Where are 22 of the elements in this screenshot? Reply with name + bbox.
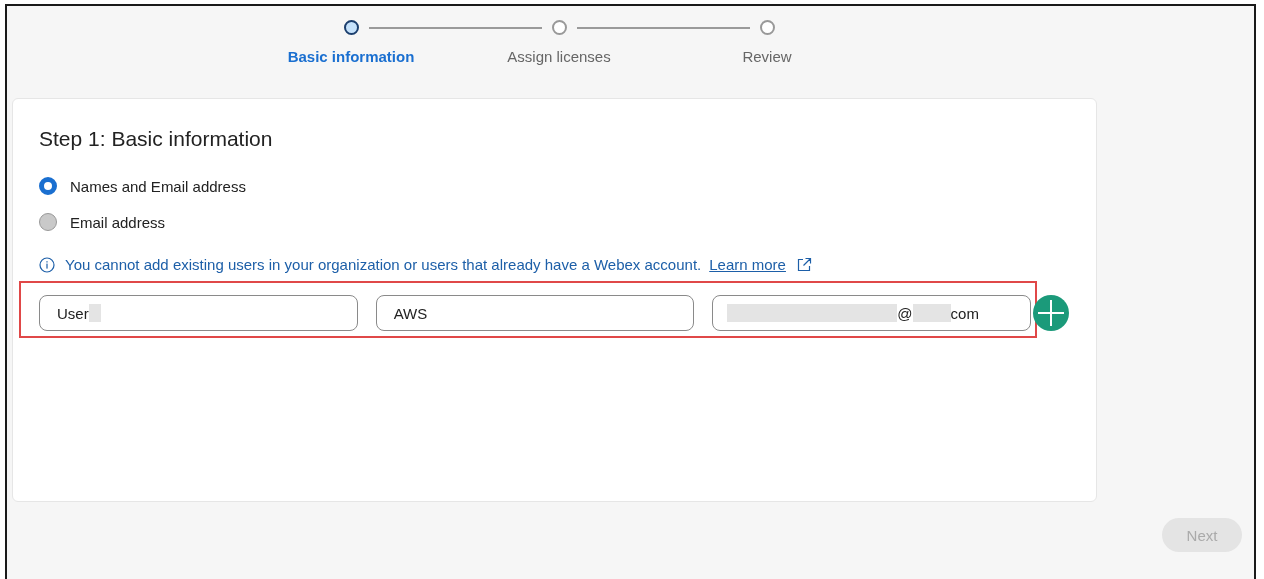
field-value: com	[950, 304, 979, 322]
step-title: Step 1: Basic information	[39, 127, 274, 151]
input-field[interactable]: @ com	[712, 295, 1031, 331]
notice-text: You cannot add existing users in your organization or users that already have a Webex account.	[65, 256, 702, 273]
field-value: User	[57, 304, 89, 322]
input-field[interactable]: User	[39, 295, 358, 331]
field-value: @	[897, 304, 913, 322]
input-field[interactable]: AWS	[375, 295, 695, 331]
learn-more-link[interactable]: Learn more	[709, 256, 786, 273]
step-label[interactable]: Basic information	[287, 48, 415, 65]
radio-button[interactable]	[39, 213, 57, 231]
add-icon[interactable]	[1033, 294, 1069, 331]
external-link-icon[interactable]	[795, 256, 812, 273]
radio-label: Email address	[70, 213, 166, 231]
step-label[interactable]: Assign licenses	[507, 48, 611, 65]
redaction-mark	[88, 304, 101, 322]
field-value: AWS	[393, 304, 428, 322]
info-icon	[39, 256, 55, 273]
radio-button[interactable]	[39, 177, 57, 195]
radio-label: Names and Email address	[70, 177, 246, 195]
redaction-mark	[912, 304, 951, 322]
step-label[interactable]: Review	[742, 48, 792, 65]
